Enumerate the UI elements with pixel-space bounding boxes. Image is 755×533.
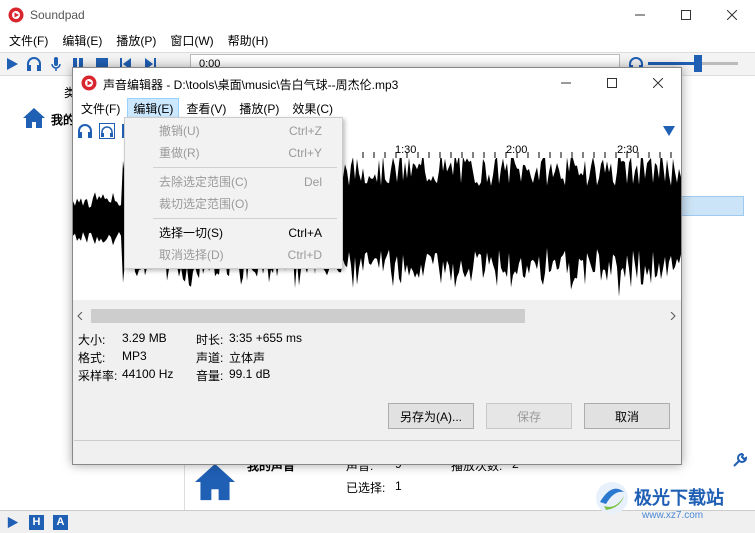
timeline-label-1: 1:30 <box>395 144 416 156</box>
channel-label: 声道: <box>196 351 224 365</box>
channel-value: 立体声 <box>229 351 266 365</box>
library-home-icon <box>195 463 235 501</box>
sample-rate-label: 采样率: <box>78 369 118 383</box>
watermark: 极光下载站 www.xz7.com <box>590 478 750 530</box>
maximize-icon <box>681 10 691 20</box>
menu-item-crop-selection[interactable]: 裁切选定范围(O) <box>125 193 342 215</box>
close-icon <box>653 78 663 88</box>
menu-edit[interactable]: 编辑(E) <box>55 30 109 52</box>
microphone-icon[interactable] <box>48 56 64 72</box>
edit-dropdown-menu: 撤销(U) Ctrl+Z 重做(R) Ctrl+Y 去除选定范围(C) Del … <box>124 117 343 269</box>
volume-value: 99.1 dB <box>229 367 271 381</box>
dialog-maximize-button[interactable] <box>589 68 635 98</box>
format-value: MP3 <box>122 349 147 363</box>
close-button[interactable] <box>709 0 755 30</box>
preview-headphones-icon[interactable] <box>77 123 93 139</box>
save-button[interactable]: 保存 <box>486 403 572 429</box>
watermark-url: www.xz7.com <box>642 510 704 521</box>
volume-slider-fill <box>648 62 698 65</box>
watermark-logo-icon <box>596 482 628 514</box>
duration-value: 3:35 +655 ms <box>229 331 303 345</box>
duration-label: 时长: <box>196 333 224 347</box>
home-icon <box>23 108 45 128</box>
dialog-menu-file[interactable]: 文件(F) <box>75 98 126 120</box>
menu-item-shortcut: Ctrl+Z <box>289 124 322 138</box>
selected-label: 已选择: <box>346 481 386 495</box>
menu-item-label: 取消选择(D) <box>159 248 224 262</box>
watermark-brand: 极光下载站 <box>634 488 724 508</box>
cancel-button[interactable]: 取消 <box>584 403 670 429</box>
scrollbar-thumb[interactable] <box>91 309 525 323</box>
menu-item-shortcut: Ctrl+A <box>288 226 322 240</box>
sample-rate-value: 44100 Hz <box>122 367 174 381</box>
minimize-icon <box>561 82 571 84</box>
menu-item-redo[interactable]: 重做(R) Ctrl+Y <box>125 142 342 164</box>
maximize-icon <box>607 78 617 88</box>
hotkeys-toggle-button[interactable]: H <box>29 515 44 530</box>
soundpad-logo-icon <box>8 7 24 23</box>
save-as-button[interactable]: 另存为(A)... <box>388 403 474 429</box>
selected-count: 1 <box>395 479 402 493</box>
minimize-button[interactable] <box>617 0 663 30</box>
dialog-status-bar <box>74 440 680 464</box>
menu-item-delete-selection[interactable]: 去除选定范围(C) Del <box>125 171 342 193</box>
menu-item-label: 撤销(U) <box>159 124 200 138</box>
menu-item-select-all[interactable]: 选择一切(S) Ctrl+A <box>125 222 342 244</box>
play-icon[interactable] <box>4 56 20 72</box>
dialog-logo-icon <box>81 75 97 91</box>
menu-separator <box>153 167 337 168</box>
app-title: Soundpad <box>30 8 85 22</box>
volume-slider-thumb[interactable] <box>693 55 702 72</box>
menu-play[interactable]: 播放(P) <box>109 30 163 52</box>
maximize-button[interactable] <box>663 0 709 30</box>
menu-item-label: 重做(R) <box>159 146 200 160</box>
menu-item-shortcut: Ctrl+Y <box>288 146 322 160</box>
preview-selection-icon[interactable] <box>99 123 115 139</box>
minimize-icon <box>635 14 645 16</box>
dialog-close-button[interactable] <box>635 68 681 98</box>
status-play-icon[interactable] <box>5 515 20 530</box>
menu-item-label: 选择一切(S) <box>159 226 223 240</box>
close-icon <box>727 10 737 20</box>
menu-separator <box>153 218 337 219</box>
headphones-icon[interactable] <box>26 56 42 72</box>
timeline-label-2: 2:00 <box>506 144 527 156</box>
dropdown-arrow-icon[interactable] <box>662 124 676 138</box>
menu-item-shortcut: Ctrl+D <box>287 248 322 262</box>
main-menubar: 文件(F) 编辑(E) 播放(P) 窗口(W) 帮助(H) <box>0 30 755 52</box>
main-title-bar: Soundpad <box>0 0 755 30</box>
dialog-title-bar: 声音编辑器 - D:\tools\桌面\music\告白气球--周杰伦.mp3 <box>73 68 681 98</box>
wrench-icon[interactable] <box>732 452 748 468</box>
menu-file[interactable]: 文件(F) <box>2 30 55 52</box>
volume-label: 音量: <box>196 369 224 383</box>
dialog-title: 声音编辑器 - D:\tools\桌面\music\告白气球--周杰伦.mp3 <box>103 78 399 92</box>
auto-toggle-button[interactable]: A <box>53 515 68 530</box>
menu-help[interactable]: 帮助(H) <box>221 30 276 52</box>
menu-item-label: 裁切选定范围(O) <box>159 197 249 211</box>
format-label: 格式: <box>78 351 106 365</box>
size-value: 3.29 MB <box>122 331 167 345</box>
menu-item-label: 去除选定范围(C) <box>159 175 248 189</box>
scroll-right-icon[interactable] <box>669 312 677 320</box>
selected-list-row[interactable] <box>680 196 744 216</box>
menu-item-deselect[interactable]: 取消选择(D) Ctrl+D <box>125 244 342 266</box>
size-label: 大小: <box>78 333 106 347</box>
menu-window[interactable]: 窗口(W) <box>163 30 220 52</box>
timeline-label-3: 2:30 <box>617 144 638 156</box>
scroll-left-icon[interactable] <box>76 312 84 320</box>
menu-item-shortcut: Del <box>303 175 322 189</box>
menu-item-undo[interactable]: 撤销(U) Ctrl+Z <box>125 120 342 142</box>
dialog-minimize-button[interactable] <box>543 68 589 98</box>
